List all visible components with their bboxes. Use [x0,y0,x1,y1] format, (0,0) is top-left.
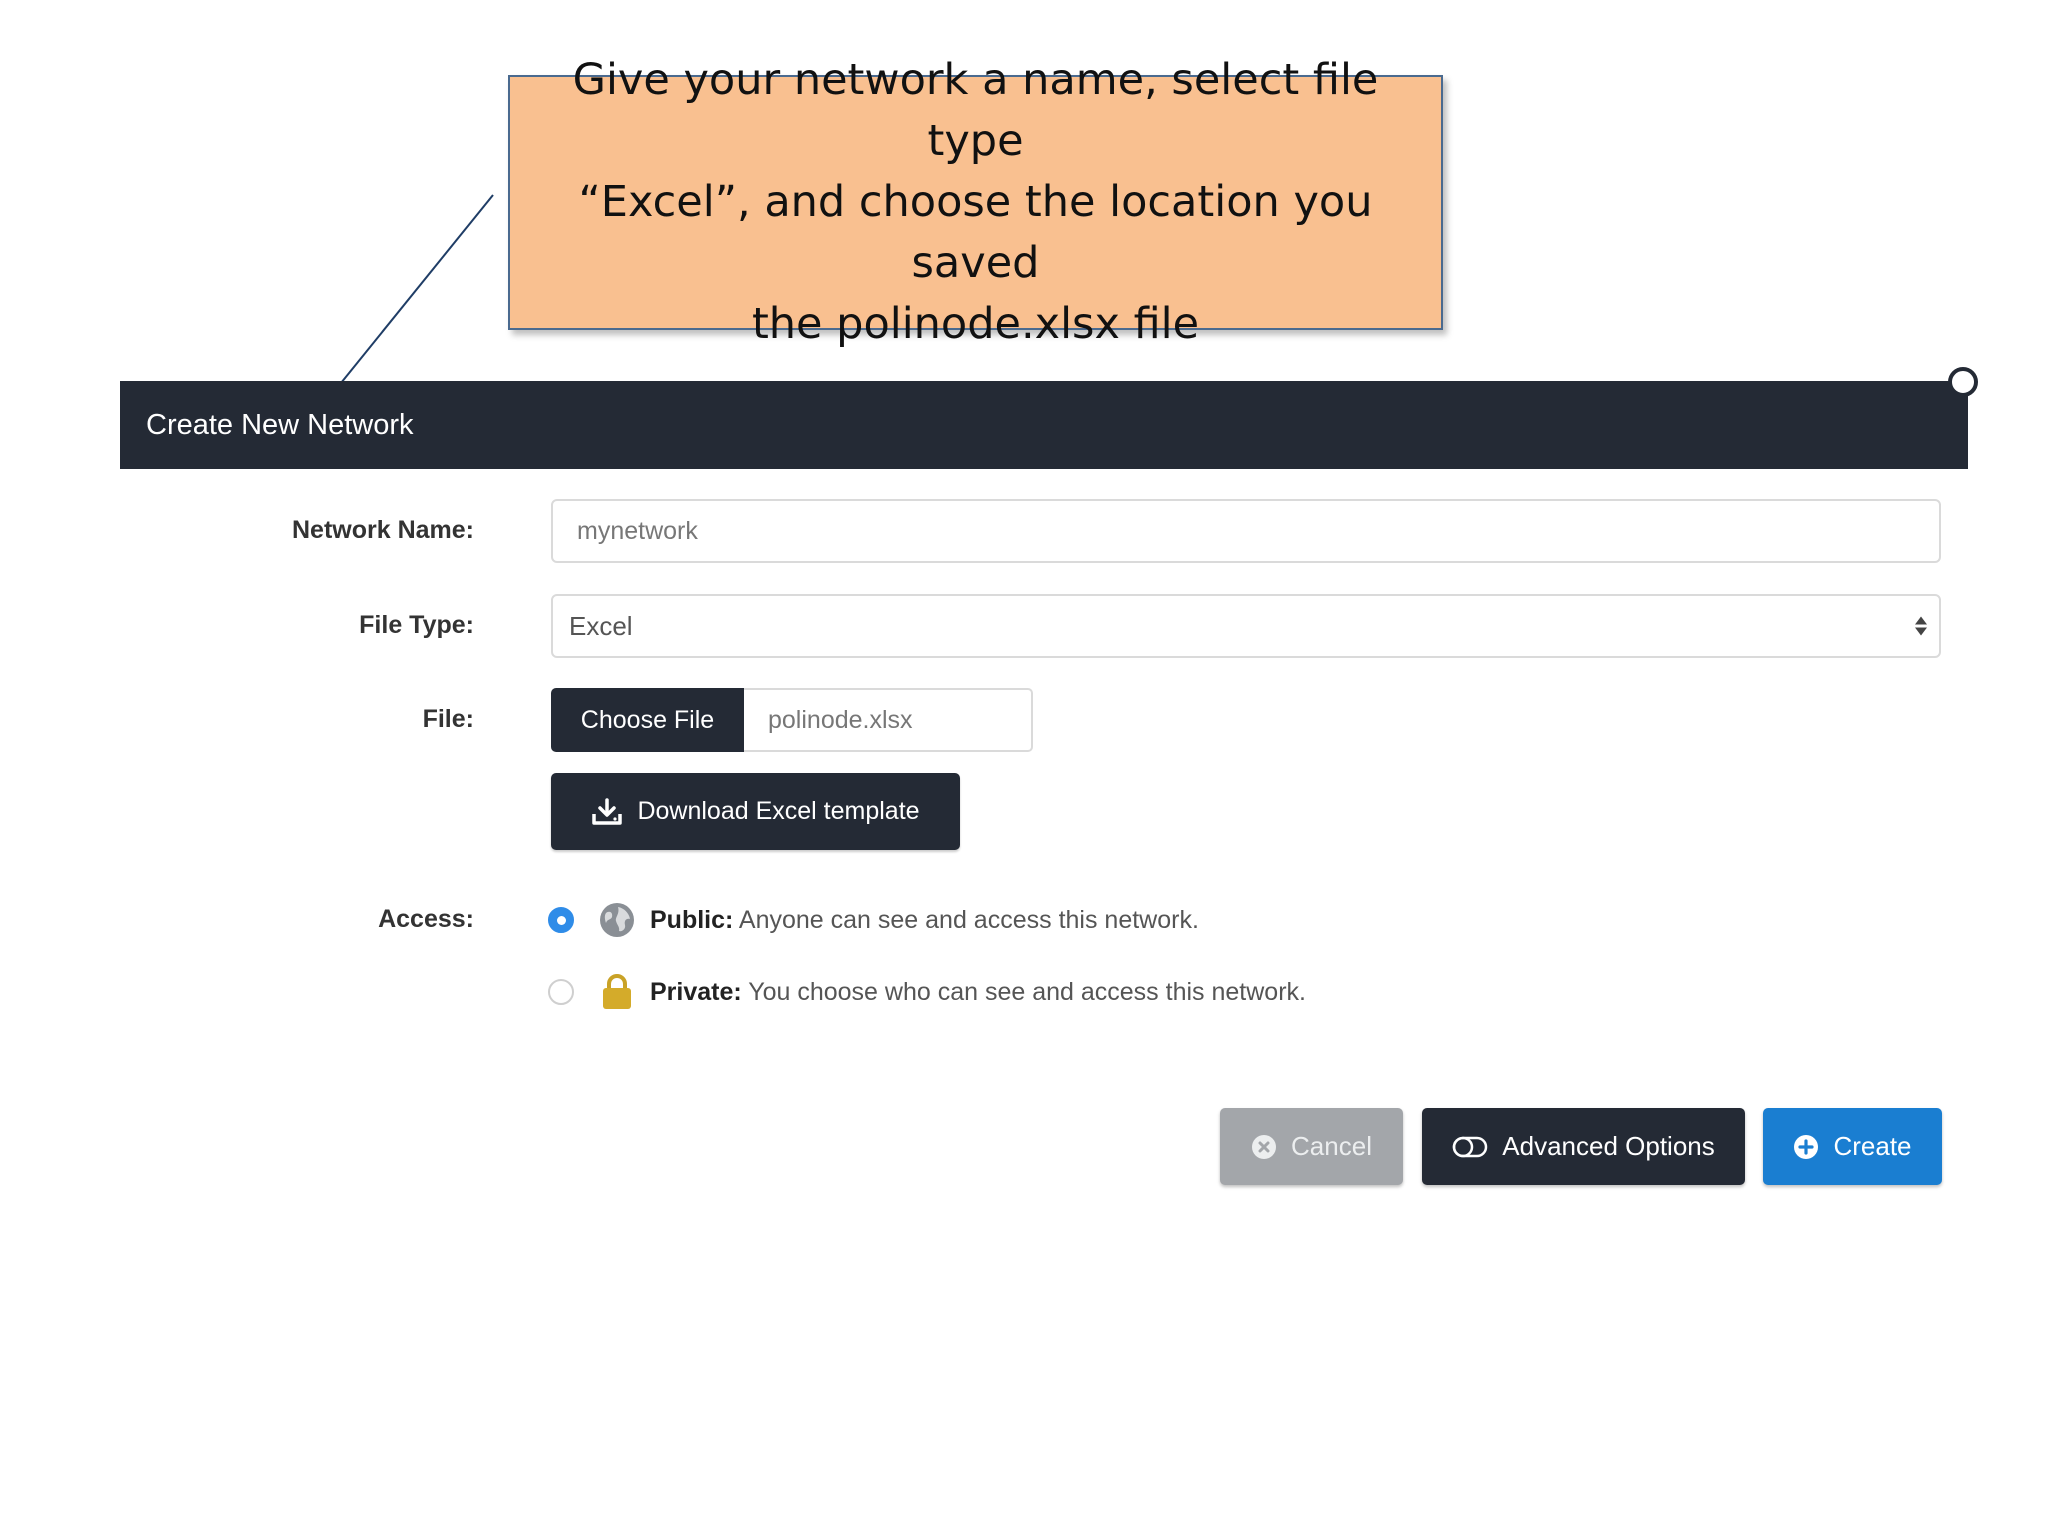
public-option-description: Anyone can see and access this network. [733,905,1199,934]
access-label: Access: [378,905,474,933]
public-radio[interactable] [548,907,574,933]
cancel-circle-icon [1251,1134,1277,1160]
download-template-label: Download Excel template [637,797,920,825]
advanced-options-label: Advanced Options [1502,1131,1715,1161]
file-label: File: [422,705,474,733]
file-type-label: File Type: [359,611,474,639]
instruction-callout: Give your network a name, select file ty… [508,55,1443,349]
private-radio[interactable] [548,979,574,1005]
public-option-text: Public: Anyone can see and access this n… [650,906,1199,935]
create-label: Create [1833,1131,1912,1161]
cancel-button[interactable]: Cancel [1220,1108,1403,1185]
cancel-label: Cancel [1291,1131,1372,1161]
access-option-public[interactable]: Public: Anyone can see and access this n… [548,900,1199,940]
lock-icon [598,973,636,1011]
dialog-title: Create New Network [146,408,414,441]
private-option-title: Private: [650,977,742,1006]
toggle-icon [1452,1135,1488,1159]
plus-circle-icon [1793,1134,1819,1160]
dialog-header: Create New Network [120,367,1978,469]
public-option-title: Public: [650,905,734,934]
file-type-select[interactable]: Excel [551,594,1941,658]
private-option-text: Private: You choose who can see and acce… [650,978,1306,1007]
select-arrows-icon [1915,616,1927,636]
choose-file-button[interactable]: Choose File [551,688,744,752]
callout-text: Give your network a name, select file ty… [572,55,1379,349]
advanced-options-button[interactable]: Advanced Options [1422,1108,1745,1185]
access-option-private[interactable]: Private: You choose who can see and acce… [548,972,1306,1012]
download-excel-template-button[interactable]: Download Excel template [551,773,960,850]
globe-icon [598,901,636,939]
close-icon[interactable] [1948,367,1978,397]
create-button[interactable]: Create [1763,1108,1942,1185]
slide-canvas: Give your network a name, select file ty… [0,0,2048,1536]
selected-file-name: polinode.xlsx [744,688,1033,752]
file-type-selected-value: Excel [569,610,633,641]
file-picker: Choose File polinode.xlsx [551,688,1033,752]
download-icon [591,797,623,826]
network-name-label: Network Name: [292,516,474,544]
network-name-input[interactable] [551,499,1941,563]
private-option-description: You choose who can see and access this n… [741,977,1306,1006]
